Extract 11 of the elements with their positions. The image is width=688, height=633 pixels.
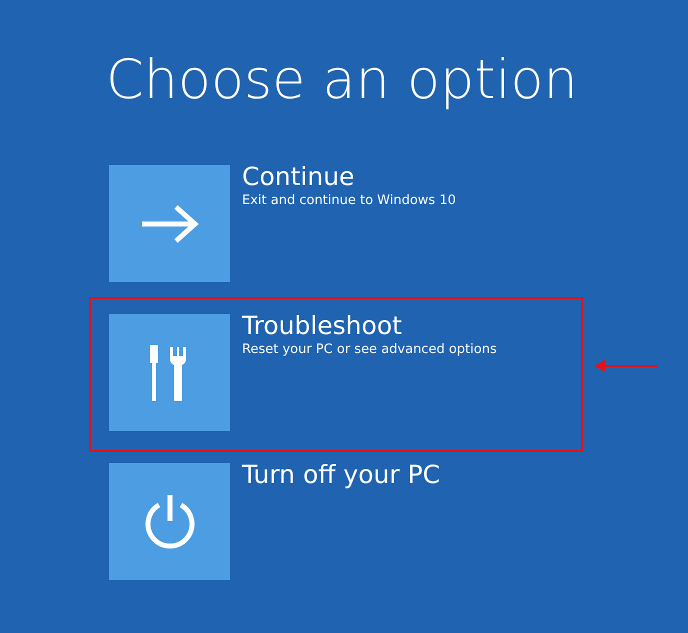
option-tile[interactable]	[109, 165, 230, 282]
option-tile[interactable]	[109, 463, 230, 580]
page-title: Choose an option	[106, 47, 579, 113]
option-description: Reset your PC or see advanced options	[242, 341, 497, 359]
option-description: Exit and continue to Windows 10	[242, 192, 456, 210]
option-title: Continue	[242, 162, 356, 192]
option-title: Turn off your PC	[242, 460, 440, 490]
arrow-pointer	[594, 360, 658, 372]
arrow-icon	[140, 204, 200, 244]
option-tile[interactable]	[109, 314, 230, 431]
option-title: Troubleshoot	[242, 311, 403, 341]
